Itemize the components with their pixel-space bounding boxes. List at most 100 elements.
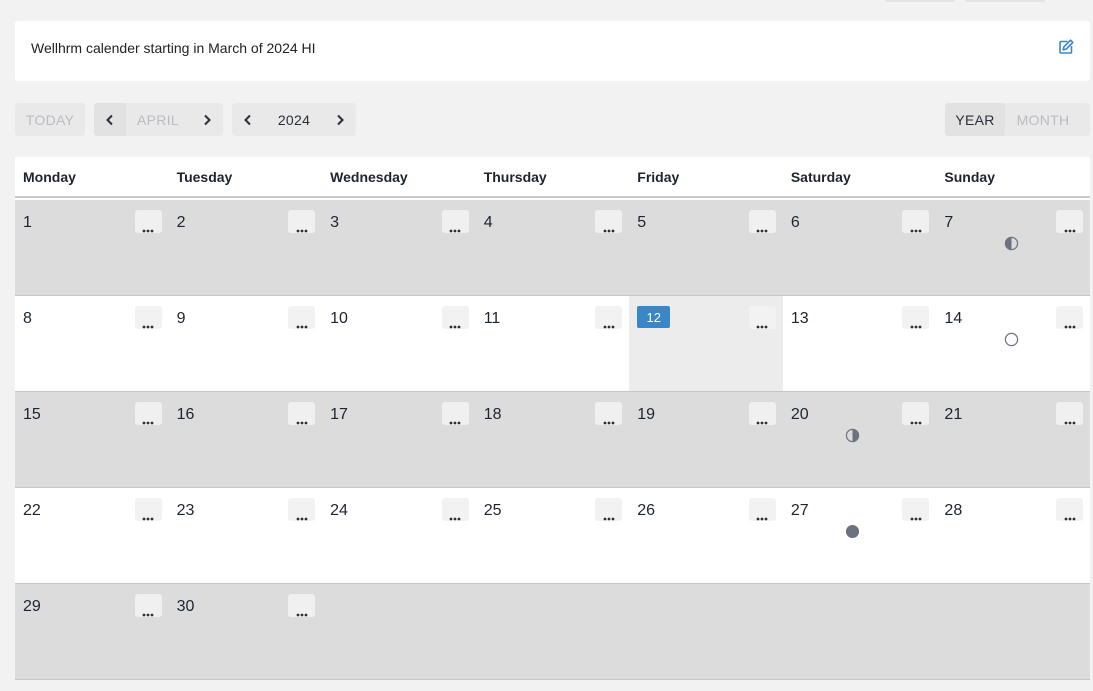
day-more-button[interactable] <box>902 306 930 329</box>
day-number: 17 <box>330 406 348 423</box>
day-cell[interactable]: 26 <box>629 488 783 583</box>
day-cell[interactable]: 12 <box>629 296 783 391</box>
day-cell[interactable]: 16 <box>169 392 323 487</box>
week-row: 22 23 24 25 26 27 28 <box>15 488 1090 584</box>
day-number: 21 <box>944 406 963 423</box>
more-dots-icon <box>910 220 922 232</box>
day-cell[interactable]: 8 <box>15 296 169 391</box>
day-cell[interactable]: 24 <box>322 488 476 583</box>
day-more-button[interactable] <box>441 210 469 233</box>
more-dots-icon <box>756 508 768 520</box>
day-more-button[interactable] <box>1056 498 1084 521</box>
day-cell[interactable]: 20 <box>783 392 937 487</box>
day-cell[interactable]: 9 <box>169 296 323 391</box>
day-more-button[interactable] <box>134 498 162 521</box>
day-cell[interactable]: 23 <box>169 488 323 583</box>
calendar-title: Wellhrm calender starting in March of 20… <box>31 40 316 56</box>
day-cell[interactable]: 19 <box>629 392 783 487</box>
chevron-left-icon <box>106 114 113 125</box>
more-dots-icon <box>142 316 154 328</box>
day-more-button[interactable] <box>441 306 469 329</box>
day-number: 24 <box>330 502 348 519</box>
more-dots-icon <box>910 508 922 520</box>
more-dots-icon <box>910 316 922 328</box>
day-cell[interactable]: 3 <box>322 200 476 295</box>
day-more-button[interactable] <box>902 210 930 233</box>
more-dots-icon <box>603 220 615 232</box>
day-cell[interactable]: 30 <box>169 584 323 679</box>
day-number: 29 <box>23 598 41 615</box>
prev-month-button[interactable] <box>94 103 126 136</box>
day-more-button[interactable] <box>288 306 316 329</box>
more-dots-icon <box>296 220 308 232</box>
day-more-button[interactable] <box>1056 306 1084 329</box>
day-number: 10 <box>330 310 348 327</box>
top-tab-stub <box>885 0 955 2</box>
day-number: 9 <box>176 310 186 327</box>
day-cell[interactable]: 28 <box>936 488 1090 583</box>
today-button[interactable]: TODAY <box>15 103 85 136</box>
empty-day-cell <box>476 584 630 679</box>
more-dots-icon <box>296 508 308 520</box>
day-more-button[interactable] <box>748 306 776 329</box>
day-more-button[interactable] <box>134 594 162 617</box>
day-more-button[interactable] <box>902 402 930 425</box>
day-more-button[interactable] <box>441 402 469 425</box>
day-more-button[interactable] <box>288 594 316 617</box>
day-cell[interactable]: 2 <box>169 200 323 295</box>
day-cell[interactable]: 22 <box>15 488 169 583</box>
day-more-button[interactable] <box>288 210 316 233</box>
empty-day-cell <box>936 584 1090 679</box>
day-number: 13 <box>790 310 809 327</box>
day-more-button[interactable] <box>134 402 162 425</box>
day-more-button[interactable] <box>595 498 623 521</box>
prev-year-button[interactable] <box>232 103 264 136</box>
day-more-button[interactable] <box>595 306 623 329</box>
day-more-button[interactable] <box>748 498 776 521</box>
more-dots-icon <box>296 316 308 328</box>
day-number: 5 <box>637 214 647 231</box>
edit-icon[interactable] <box>1058 39 1074 55</box>
day-more-button[interactable] <box>288 498 316 521</box>
day-more-button[interactable] <box>134 210 162 233</box>
day-more-button[interactable] <box>1056 402 1084 425</box>
day-cell[interactable]: 10 <box>322 296 476 391</box>
day-number: 15 <box>23 406 41 423</box>
day-more-button[interactable] <box>748 210 776 233</box>
day-more-button[interactable] <box>595 210 623 233</box>
month-view-button[interactable]: MONTH <box>1005 103 1081 136</box>
day-cell[interactable]: 4 <box>476 200 630 295</box>
day-cell[interactable]: 14 <box>936 296 1090 391</box>
day-cell[interactable]: 11 <box>476 296 630 391</box>
new-moon-icon <box>1004 332 1019 347</box>
weekday-label: Tuesday <box>176 169 233 185</box>
day-more-button[interactable] <box>1056 210 1084 233</box>
day-cell[interactable]: 13 <box>783 296 937 391</box>
day-number: 14 <box>944 310 963 327</box>
day-cell[interactable]: 27 <box>783 488 937 583</box>
year-view-button[interactable]: YEAR <box>945 103 1005 136</box>
day-cell[interactable]: 18 <box>476 392 630 487</box>
day-cell[interactable]: 1 <box>15 200 169 295</box>
day-cell[interactable]: 17 <box>322 392 476 487</box>
day-more-button[interactable] <box>288 402 316 425</box>
day-cell[interactable]: 5 <box>629 200 783 295</box>
day-number: 18 <box>483 406 502 423</box>
day-more-button[interactable] <box>441 498 469 521</box>
day-cell[interactable]: 15 <box>15 392 169 487</box>
chevron-right-icon <box>204 114 211 125</box>
day-more-button[interactable] <box>748 402 776 425</box>
day-cell[interactable]: 25 <box>476 488 630 583</box>
full-moon-icon <box>845 524 860 539</box>
day-more-button[interactable] <box>902 498 930 521</box>
day-more-button[interactable] <box>134 306 162 329</box>
weekday-label: Saturday <box>790 169 851 185</box>
day-more-button[interactable] <box>595 402 623 425</box>
next-month-button[interactable] <box>191 103 223 136</box>
day-cell[interactable]: 21 <box>936 392 1090 487</box>
day-cell[interactable]: 6 <box>783 200 937 295</box>
next-year-button[interactable] <box>324 103 356 136</box>
day-cell[interactable]: 29 <box>15 584 169 679</box>
day-cell[interactable]: 7 <box>936 200 1090 295</box>
more-dots-icon <box>603 316 615 328</box>
